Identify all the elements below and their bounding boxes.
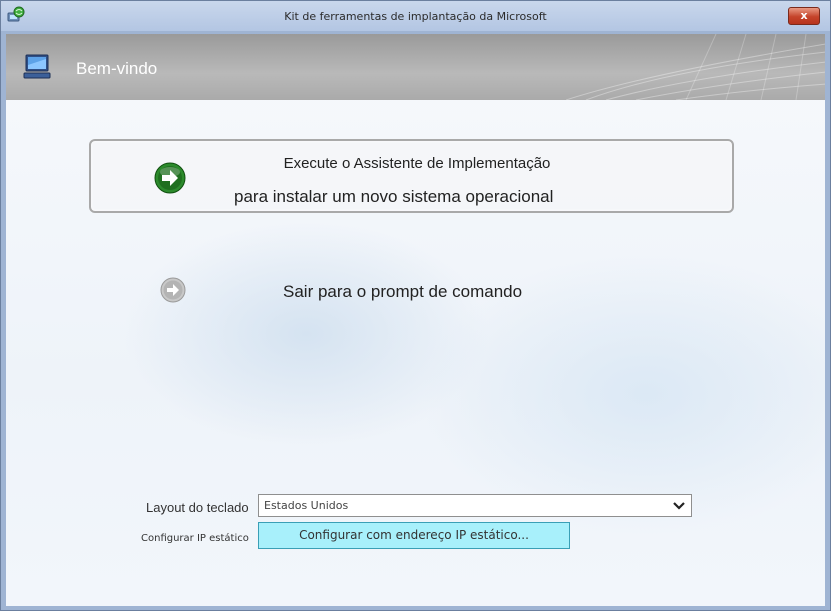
keyboard-layout-label: Layout do teclado [146,500,249,515]
gray-arrow-right-icon[interactable] [160,277,186,303]
wizard-subtitle: para instalar um novo sistema operaciona… [234,187,554,206]
configure-static-ip-button[interactable]: Configurar com endereço IP estático... [258,522,570,549]
keyboard-layout-value: Estados Unidos [264,499,349,512]
header-wave-decoration [566,34,825,100]
wizard-title: Execute o Assistente de Implementação [283,155,551,172]
page-title: Bem-vindo [76,59,158,78]
run-deployment-wizard-button[interactable]: Execute o Assistente de Implementação pa… [89,139,734,213]
green-arrow-right-icon [154,162,186,194]
exit-to-command-prompt-link[interactable]: Sair para o prompt de comando [283,282,522,302]
header-band: Bem-vindo [6,34,825,100]
computer-icon [23,54,51,79]
static-ip-label: Configurar IP estático [141,533,249,544]
title-bar[interactable]: Kit de ferramentas de implantação da Mic… [1,1,830,31]
chevron-down-icon [673,502,685,510]
app-window: Kit de ferramentas de implantação da Mic… [0,0,831,611]
main-content: Bem-vindo Execute o Assistente de Implem… [6,34,825,606]
keyboard-layout-select[interactable]: Estados Unidos [258,494,692,517]
window-title: Kit de ferramentas de implantação da Mic… [284,10,547,23]
close-button[interactable]: x [788,7,820,25]
